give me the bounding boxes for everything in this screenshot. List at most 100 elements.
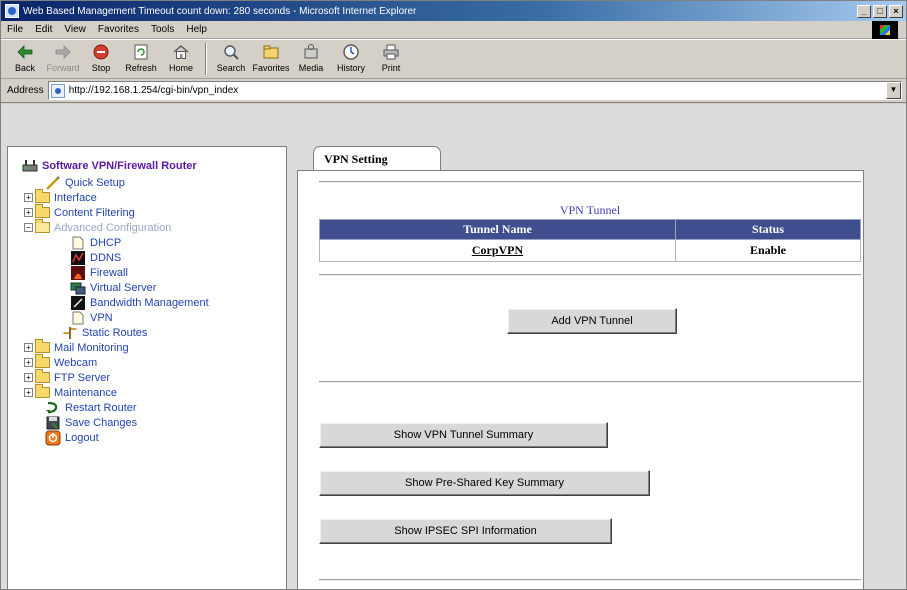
sidebar-item-firewall[interactable]: Firewall xyxy=(22,265,286,280)
stop-icon xyxy=(92,43,110,61)
logout-icon xyxy=(45,430,61,445)
favorites-label: Favorites xyxy=(252,63,290,73)
search-icon xyxy=(222,43,240,61)
favorites-folder-icon xyxy=(262,43,280,61)
firewall-icon xyxy=(70,265,86,280)
vpn-tunnel-title: VPN Tunnel xyxy=(559,203,621,217)
table-row[interactable]: CorpVPN Enable xyxy=(319,239,861,262)
sidebar-item-quick-setup[interactable]: Quick Setup xyxy=(22,175,286,190)
window-title: Web Based Management Timeout count down:… xyxy=(23,5,417,17)
sidebar-item-logout[interactable]: Logout xyxy=(22,430,286,445)
vpn-tunnel-table: Tunnel Name Status CorpVPN Enable xyxy=(319,219,861,262)
column-header-status: Status xyxy=(675,219,861,240)
sidebar-item-vpn[interactable]: VPN xyxy=(22,310,286,325)
forward-label: Forward xyxy=(46,63,80,73)
sidebar-item-webcam[interactable]: + Webcam xyxy=(22,354,286,370)
expand-icon[interactable]: + xyxy=(24,373,33,382)
media-icon xyxy=(302,43,320,61)
folder-icon xyxy=(35,369,50,383)
folder-icon xyxy=(35,354,50,368)
back-label: Back xyxy=(14,63,35,73)
sidebar-item-restart-router[interactable]: Restart Router xyxy=(22,400,286,415)
server-icon xyxy=(70,281,86,295)
tree-root[interactable]: Software VPN/Firewall Router xyxy=(22,159,286,173)
expand-icon[interactable]: + xyxy=(24,193,33,202)
sidebar-item-static-routes[interactable]: Static Routes xyxy=(22,325,286,340)
address-input[interactable]: http://192.168.1.254/cgi-bin/vpn_index ▼ xyxy=(47,81,902,100)
sidebar-item-ddns[interactable]: DDNS xyxy=(22,250,286,265)
print-button[interactable]: Print xyxy=(371,40,411,78)
menu-help[interactable]: Help xyxy=(180,24,213,35)
expand-icon[interactable]: + xyxy=(24,343,33,352)
search-button[interactable]: Search xyxy=(211,40,251,78)
main-pane: VPN Setting VPN Tunnel Tunnel Name Statu… xyxy=(291,146,906,589)
sidebar-item-interface[interactable]: + Interface xyxy=(22,189,286,205)
close-button[interactable]: × xyxy=(889,4,903,18)
page-content: Software VPN/Firewall Router Quick Setup… xyxy=(1,104,906,589)
tunnel-name-cell[interactable]: CorpVPN xyxy=(319,239,676,262)
history-button[interactable]: History xyxy=(331,40,371,78)
history-label: History xyxy=(336,63,365,73)
show-pre-shared-key-summary-button[interactable]: Show Pre-Shared Key Summary xyxy=(319,470,650,496)
address-dropdown-button[interactable]: ▼ xyxy=(886,82,901,99)
sidebar-item-save-changes[interactable]: Save Changes xyxy=(22,415,286,430)
toolbar-separator xyxy=(205,43,207,75)
refresh-button[interactable]: Refresh xyxy=(121,40,161,78)
menu-file[interactable]: File xyxy=(1,24,29,35)
divider xyxy=(319,381,861,383)
forward-button[interactable]: Forward xyxy=(45,40,81,78)
sidebar-item-maintenance[interactable]: + Maintenance xyxy=(22,384,286,400)
media-button[interactable]: Media xyxy=(291,40,331,78)
menu-bar: File Edit View Favorites Tools Help xyxy=(1,21,906,39)
back-button[interactable]: Back xyxy=(5,40,45,78)
menu-tools[interactable]: Tools xyxy=(145,24,180,35)
sidebar-item-mail-monitoring[interactable]: + Mail Monitoring xyxy=(22,339,286,355)
tunnel-status-cell: Enable xyxy=(675,239,861,262)
sidebar-item-virtual-server[interactable]: Virtual Server xyxy=(22,280,286,295)
home-button[interactable]: Home xyxy=(161,40,201,78)
show-vpn-tunnel-summary-button[interactable]: Show VPN Tunnel Summary xyxy=(319,422,608,448)
back-arrow-icon xyxy=(16,43,34,61)
collapse-icon[interactable]: − xyxy=(24,223,33,232)
maximize-button[interactable]: □ xyxy=(873,4,887,18)
expand-icon[interactable]: + xyxy=(24,358,33,367)
sidebar-item-content-filtering[interactable]: + Content Filtering xyxy=(22,204,286,220)
divider xyxy=(319,274,861,276)
routes-icon xyxy=(62,326,78,340)
sidebar-item-bandwidth-management[interactable]: Bandwidth Management xyxy=(22,295,286,310)
refresh-icon xyxy=(132,43,150,61)
open-folder-icon xyxy=(35,219,50,233)
restart-icon xyxy=(45,401,61,415)
standard-toolbar: Back Forward Stop Refresh Home Search Fa… xyxy=(1,39,906,79)
divider xyxy=(319,579,861,581)
add-vpn-tunnel-button[interactable]: Add VPN Tunnel xyxy=(507,308,677,334)
printer-icon xyxy=(382,43,400,61)
folder-icon xyxy=(35,339,50,353)
media-label: Media xyxy=(298,63,324,73)
minimize-button[interactable]: _ xyxy=(857,4,871,18)
menu-view[interactable]: View xyxy=(58,24,92,35)
address-url: http://192.168.1.254/cgi-bin/vpn_index xyxy=(68,85,239,96)
title-bar: Web Based Management Timeout count down:… xyxy=(1,1,906,21)
table-header-row: Tunnel Name Status xyxy=(319,219,861,240)
stop-button[interactable]: Stop xyxy=(81,40,121,78)
document-icon xyxy=(70,236,86,250)
document-icon xyxy=(70,311,86,325)
home-icon xyxy=(172,43,190,61)
favorites-button[interactable]: Favorites xyxy=(251,40,291,78)
home-label: Home xyxy=(168,63,193,73)
sidebar-item-dhcp[interactable]: DHCP xyxy=(22,235,286,250)
print-label: Print xyxy=(381,63,401,73)
menu-edit[interactable]: Edit xyxy=(29,24,58,35)
tab-vpn-setting[interactable]: VPN Setting xyxy=(313,146,441,170)
show-ipsec-spi-information-button[interactable]: Show IPSEC SPI Information xyxy=(319,518,612,544)
router-icon xyxy=(22,159,38,173)
history-icon xyxy=(342,43,360,61)
sidebar-item-ftp-server[interactable]: + FTP Server xyxy=(22,369,286,385)
expand-icon[interactable]: + xyxy=(24,388,33,397)
sidebar-item-advanced-configuration[interactable]: − Advanced Configuration xyxy=(22,219,286,235)
wand-icon xyxy=(45,175,61,190)
menu-favorites[interactable]: Favorites xyxy=(92,24,145,35)
address-bar: Address http://192.168.1.254/cgi-bin/vpn… xyxy=(1,79,906,103)
expand-icon[interactable]: + xyxy=(24,208,33,217)
